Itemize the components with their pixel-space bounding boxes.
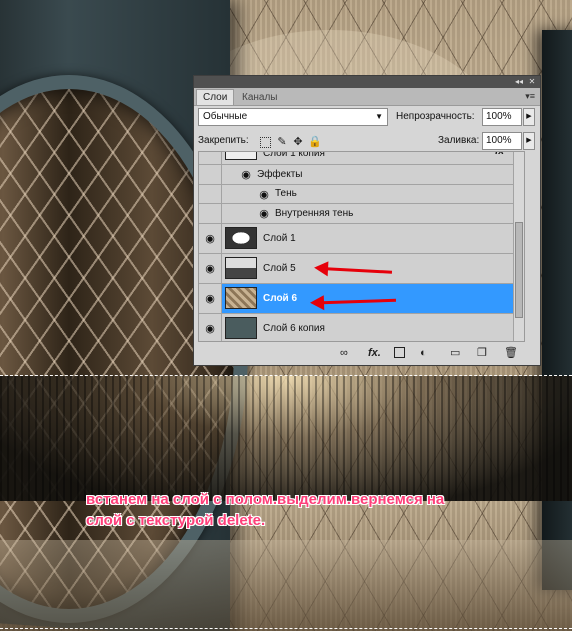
- layer-row-6-copy[interactable]: ◉ Слой 6 копия: [199, 314, 524, 341]
- layer-name: Слой 6 копия: [263, 323, 325, 334]
- effects-label: Эффекты: [257, 169, 303, 180]
- fx-icon[interactable]: fx.: [368, 347, 381, 359]
- eye-icon[interactable]: ◉: [237, 168, 255, 181]
- effect-inner-shadow-label: Внутренняя тень: [275, 208, 354, 219]
- blend-mode-value: Обычные: [203, 111, 248, 122]
- layers-scrollbar[interactable]: [513, 152, 524, 341]
- eye-icon[interactable]: ◉: [255, 188, 273, 201]
- adjustment-icon[interactable]: ◐: [420, 347, 427, 359]
- panel-menu-icon[interactable]: ▾≡: [525, 91, 535, 102]
- eye-cell: [199, 165, 222, 184]
- eye-icon[interactable]: ◉: [201, 262, 219, 275]
- layer-thumbnail: [225, 287, 257, 309]
- layer-thumbnail: [225, 257, 257, 279]
- fx-badge-icon: fx: [495, 151, 504, 157]
- floor-selection: [0, 376, 572, 501]
- tab-layers[interactable]: Слои: [196, 89, 235, 105]
- trash-icon[interactable]: 🗑: [504, 347, 518, 359]
- panel-titlebar[interactable]: ◂◂ ✕: [194, 76, 540, 88]
- eye-icon[interactable]: ◉: [201, 322, 219, 335]
- effects-row[interactable]: ◉ Эффекты: [199, 165, 524, 185]
- tab-channels[interactable]: Каналы: [236, 90, 284, 105]
- layer-name: Слой 6: [263, 293, 298, 304]
- layer-thumbnail: [225, 152, 257, 160]
- panel-footer: ∞ fx. ◐ ▭ ❐ 🗑: [194, 343, 540, 365]
- panel-tabs: Слои Каналы ▾≡: [194, 88, 540, 106]
- fill-slider-button[interactable]: ▶: [523, 132, 535, 150]
- effect-row-inner-shadow[interactable]: ◉ Внутренняя тень: [199, 204, 524, 224]
- caption-line-1: встанем на слой с полом.выделим.вернемся…: [86, 491, 445, 508]
- opacity-label: Непрозрачность:: [396, 111, 475, 122]
- eye-icon[interactable]: ◉: [255, 207, 273, 220]
- lock-label: Закрепить:: [198, 135, 249, 146]
- layer-row-1[interactable]: ◉ Слой 1: [199, 224, 524, 254]
- close-icon[interactable]: ✕: [527, 77, 537, 87]
- eye-cell: [199, 204, 222, 223]
- layer-name: Слой 1: [263, 233, 296, 244]
- selection-marquee-bottom: [0, 628, 572, 629]
- layer-row-partial[interactable]: Слой 1 копия fx: [199, 151, 524, 165]
- lock-brush-icon[interactable]: ✎: [276, 136, 288, 148]
- lock-move-icon[interactable]: ✥: [292, 136, 304, 148]
- effect-row-shadow[interactable]: ◉ Тень: [199, 185, 524, 204]
- collapse-icon[interactable]: ◂◂: [514, 77, 524, 87]
- layer-thumbnail: [225, 227, 257, 249]
- bottom-wall: [0, 540, 572, 631]
- layer-name: Слой 1 копия: [263, 151, 325, 159]
- eye-icon[interactable]: ◉: [201, 232, 219, 245]
- chevron-down-icon: ▼: [375, 112, 383, 121]
- lock-all-icon[interactable]: 🔒: [308, 136, 322, 148]
- mask-icon[interactable]: [394, 347, 405, 358]
- layer-thumbnail: [225, 317, 257, 339]
- fill-input[interactable]: 100%: [482, 132, 522, 150]
- lock-transparency-icon[interactable]: [260, 137, 271, 148]
- selection-marquee-top: [0, 375, 572, 376]
- layers-list: Слой 1 копия fx ◉ Эффекты ◉ Тень ◉ Внутр…: [198, 151, 525, 342]
- layers-panel: ◂◂ ✕ Слои Каналы ▾≡ Обычные ▼ Непрозрачн…: [193, 75, 541, 366]
- scrollbar-thumb[interactable]: [515, 222, 523, 318]
- blend-mode-select[interactable]: Обычные ▼: [198, 108, 388, 126]
- layer-name: Слой 5: [263, 263, 296, 274]
- tutorial-caption: встанем на слой с полом.выделим.вернемся…: [86, 489, 556, 531]
- eye-cell: [199, 185, 222, 203]
- caption-line-2: слой с текстурой delete.: [86, 512, 266, 529]
- fill-label: Заливка:: [438, 135, 480, 146]
- new-layer-icon[interactable]: ❐: [477, 347, 487, 359]
- opacity-input[interactable]: 100%: [482, 108, 522, 126]
- eye-cell: [199, 152, 222, 164]
- eye-icon[interactable]: ◉: [201, 292, 219, 305]
- group-folder-icon[interactable]: ▭: [450, 347, 460, 359]
- opacity-slider-button[interactable]: ▶: [523, 108, 535, 126]
- link-icon[interactable]: ∞: [340, 347, 348, 359]
- effect-shadow-label: Тень: [275, 188, 297, 199]
